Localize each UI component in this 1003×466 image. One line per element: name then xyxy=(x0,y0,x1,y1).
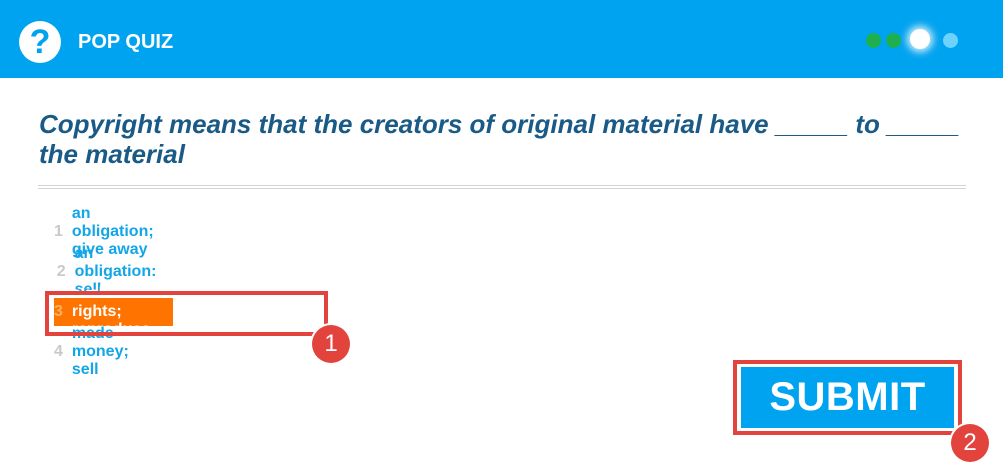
answer-1[interactable]: 1 an obligation; give away xyxy=(54,205,163,258)
annotation-highlight-submit xyxy=(733,360,962,435)
quiz-header: ? POP QUIZ xyxy=(0,0,1003,78)
answer-number: 2 xyxy=(56,263,66,280)
question-mark-glyph: ? xyxy=(29,23,51,61)
answer-number: 4 xyxy=(54,343,63,360)
progress-dot-completed xyxy=(886,33,901,48)
question-divider xyxy=(38,185,966,189)
progress-dot-completed xyxy=(866,33,881,48)
annotation-badge: 1 xyxy=(312,325,350,363)
answer-2[interactable]: 2 an obligation: sell xyxy=(54,245,163,298)
answer-4[interactable]: 4 made money; sell xyxy=(54,325,138,378)
progress-indicator xyxy=(863,28,973,52)
answer-number: 1 xyxy=(54,223,63,240)
quiz-title: POP QUIZ xyxy=(78,31,174,53)
annotation-badge: 2 xyxy=(951,424,989,462)
progress-dot-pending xyxy=(943,33,958,48)
help-icon[interactable]: ? xyxy=(19,21,61,63)
progress-dot-current xyxy=(910,29,930,49)
question-text: Copyright means that the creators of ori… xyxy=(39,109,960,169)
annotation-highlight-answer xyxy=(45,291,328,336)
